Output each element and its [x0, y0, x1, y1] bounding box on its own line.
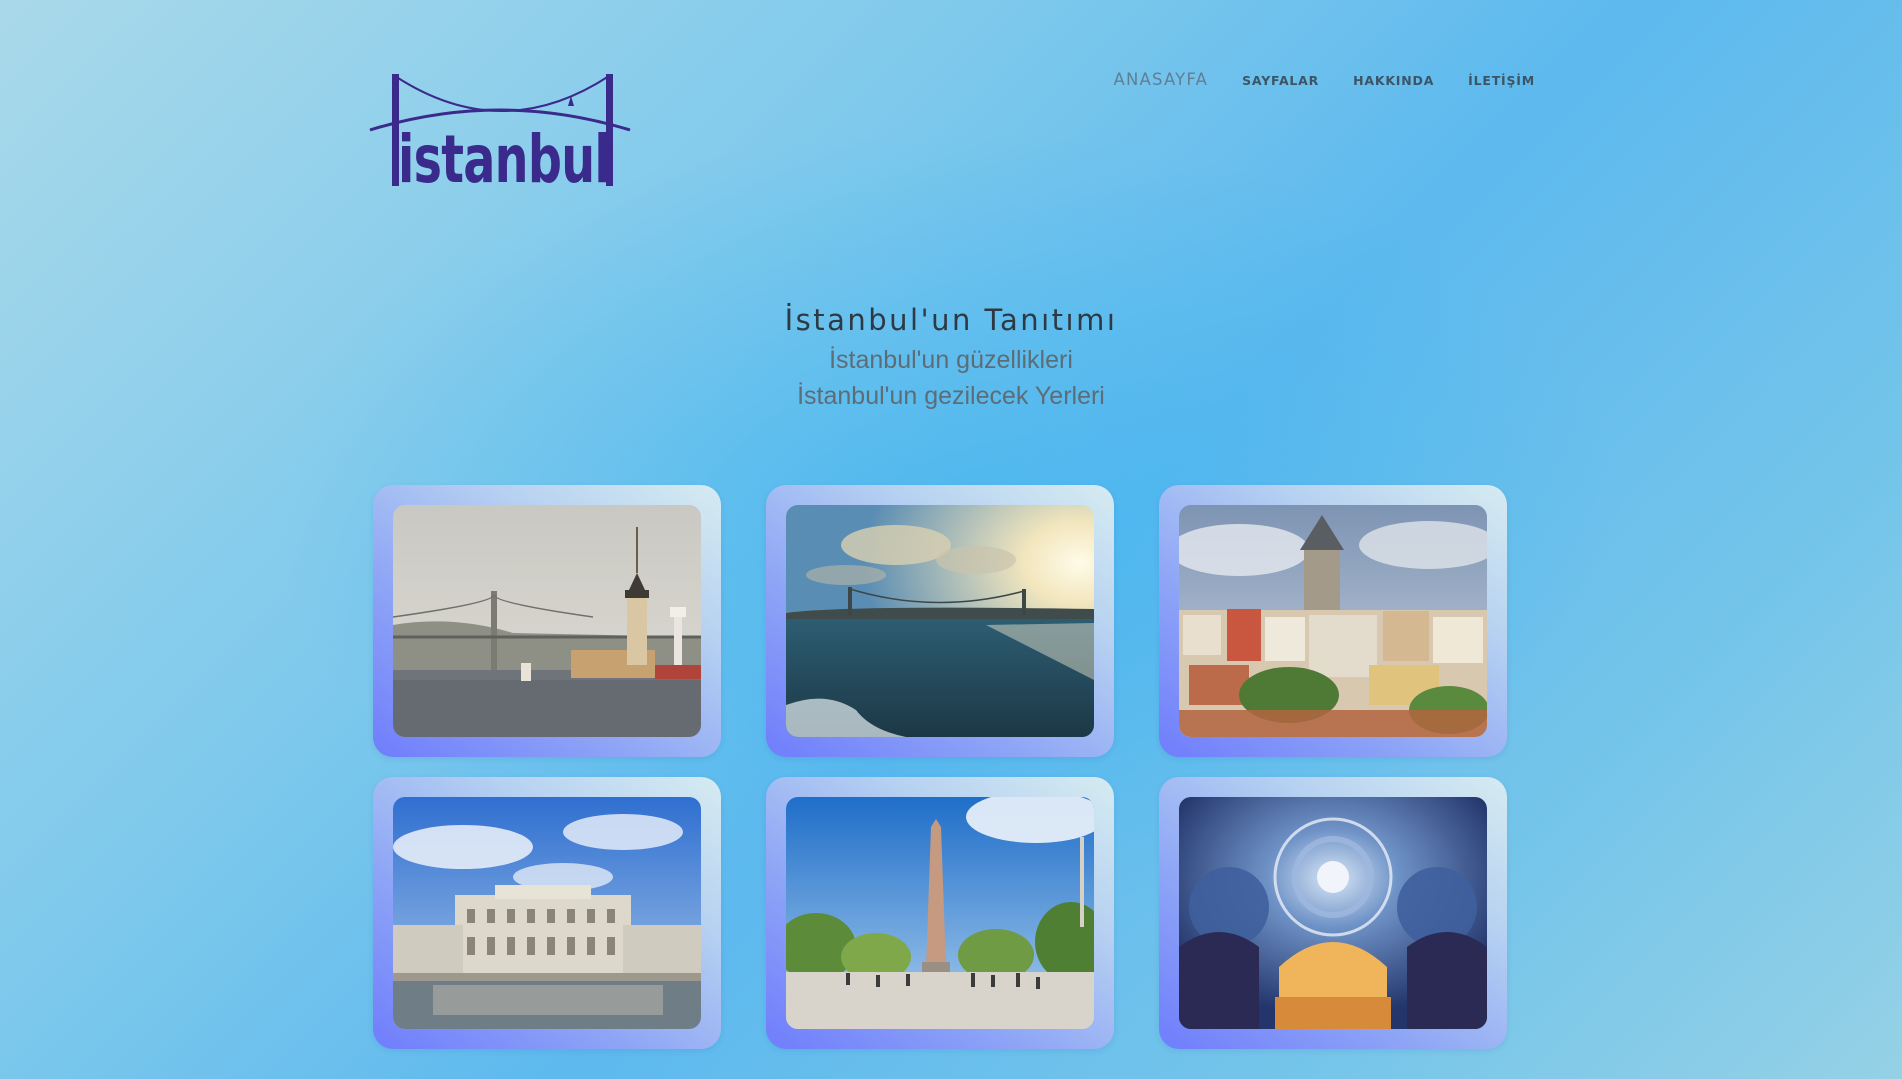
gallery-photo-obelisk-square [786, 797, 1094, 1029]
intro-section: İstanbul'un Tanıtımı İstanbul'un güzelli… [0, 298, 1902, 414]
gallery-photo-bosphorus-bridge [786, 505, 1094, 737]
nav-home-link[interactable]: ANASAYFA [1113, 70, 1208, 89]
nav-contact-link[interactable]: İLETİŞİM [1468, 73, 1535, 88]
intro-subtitle-beauties: İstanbul'un güzellikleri [829, 346, 1073, 374]
gallery-card[interactable] [766, 485, 1114, 757]
gallery-card[interactable] [1159, 777, 1507, 1049]
nav-pages-link[interactable]: SAYFALAR [1242, 73, 1319, 88]
main-nav: ANASAYFA SAYFALAR HAKKINDA İLETİŞİM [1113, 70, 1535, 89]
gallery-photo-blue-mosque-interior [1179, 797, 1487, 1029]
gallery-card[interactable] [766, 777, 1114, 1049]
gallery-card[interactable] [1159, 485, 1507, 757]
istanbul-logo-icon: istanbul [369, 74, 631, 198]
gallery-card[interactable] [373, 485, 721, 757]
gallery-photo-maidens-tower [393, 505, 701, 737]
page-title: İstanbul'un Tanıtımı [784, 303, 1118, 337]
intro-subtitle-places: İstanbul'un gezilecek Yerleri [797, 382, 1105, 410]
nav-about-link[interactable]: HAKKINDA [1353, 73, 1434, 88]
gallery-photo-dolmabahce-palace [393, 797, 701, 1029]
site-logo[interactable]: istanbul [368, 72, 632, 198]
photo-gallery [373, 485, 1507, 1049]
gallery-photo-galata-tower [1179, 505, 1487, 737]
svg-text:istanbul: istanbul [398, 121, 610, 188]
gallery-card[interactable] [373, 777, 721, 1049]
